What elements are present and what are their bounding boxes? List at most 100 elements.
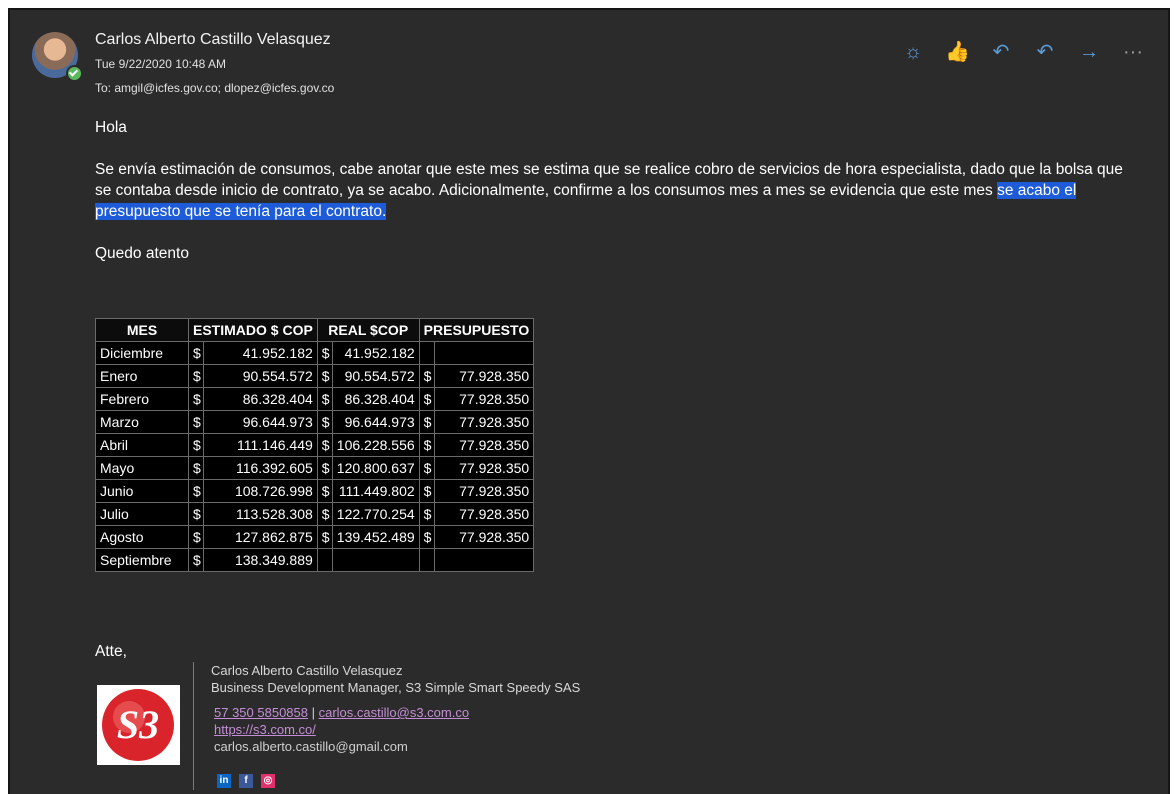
linkedin-icon[interactable]: in [217, 774, 231, 788]
currency-symbol: $ [418, 479, 435, 503]
website-row: https://s3.com.co/ [214, 721, 580, 738]
website-link[interactable]: https://s3.com.co/ [214, 722, 316, 737]
cell-presupuesto: 77.928.350 [433, 525, 535, 549]
cell-estimado: 90.554.572 [203, 364, 318, 388]
cell-presupuesto: 77.928.350 [433, 387, 535, 411]
currency-symbol: $ [188, 341, 204, 365]
currency-symbol: $ [188, 456, 204, 480]
cell-presupuesto: 77.928.350 [433, 410, 535, 434]
currency-symbol: $ [418, 502, 435, 526]
cell-mes: Abril [95, 433, 189, 457]
cell-presupuesto [433, 548, 535, 572]
col-header-mes: MES [95, 318, 189, 342]
currency-symbol: $ [418, 525, 435, 549]
cell-real: 122.770.254 [331, 502, 420, 526]
currency-symbol: $ [418, 456, 435, 480]
signature-contact: 57 350 5850858 | carlos.castillo@s3.com.… [214, 704, 580, 721]
table-row: Junio $108.726.998 $111.449.802 $77.928.350 [95, 479, 535, 503]
cell-presupuesto: 77.928.350 [433, 364, 535, 388]
s3-logo: S3 [97, 685, 180, 765]
table-row: Marzo $96.644.973 $96.644.973 $77.928.350 [95, 410, 535, 434]
currency-symbol: $ [418, 387, 435, 411]
cell-real: 120.800.637 [331, 456, 420, 480]
table-row: Mayo $116.392.605 $120.800.637 $77.928.350 [95, 456, 535, 480]
cell-presupuesto: 77.928.350 [433, 456, 535, 480]
col-header-estimado: ESTIMADO $ COP [188, 318, 318, 342]
like-icon[interactable]: 👍 [945, 40, 970, 64]
currency-symbol: $ [188, 410, 204, 434]
currency-symbol: $ [188, 502, 204, 526]
phone-link[interactable]: 57 350 5850858 [214, 705, 308, 720]
signature-block: Carlos Alberto Castillo Velasquez Busine… [211, 662, 580, 755]
table-row: Julio $113.528.308 $122.770.254 $77.928.350 [95, 502, 535, 526]
paragraph-text: Se envía estimación de consumos, cabe an… [95, 161, 1123, 199]
cell-mes: Diciembre [95, 341, 189, 365]
presence-available-icon [66, 65, 83, 82]
email-body: Hola Se envía estimación de consumos, ca… [95, 117, 1140, 264]
cell-mes: Mayo [95, 456, 189, 480]
logo-lettering: S3 [117, 702, 159, 747]
currency-symbol: $ [316, 456, 333, 480]
cell-estimado: 96.644.973 [203, 410, 318, 434]
table-row: Febrero $86.328.404 $86.328.404 $77.928.350 [95, 387, 535, 411]
brightness-icon[interactable]: ☼ [901, 40, 925, 64]
table-header-row: MES ESTIMADO $ COP REAL $COP PRESUPUESTO [95, 318, 535, 342]
personal-email: carlos.alberto.castillo@gmail.com [214, 739, 408, 754]
cell-estimado: 41.952.182 [203, 341, 318, 365]
currency-symbol: $ [188, 433, 204, 457]
cell-mes: Enero [95, 364, 189, 388]
facebook-icon[interactable]: f [239, 774, 253, 788]
currency-symbol [418, 548, 435, 572]
currency-symbol: $ [418, 410, 435, 434]
greeting: Hola [95, 119, 127, 136]
cell-estimado: 116.392.605 [203, 456, 318, 480]
contact-separator: | [307, 705, 319, 720]
instagram-icon[interactable]: ◎ [261, 774, 275, 788]
cell-presupuesto: 77.928.350 [433, 433, 535, 457]
sent-date: Tue 9/22/2020 10:48 AM [95, 57, 226, 71]
currency-symbol: $ [316, 341, 333, 365]
currency-symbol: $ [316, 364, 333, 388]
cell-estimado: 138.349.889 [203, 548, 318, 572]
more-icon[interactable]: ··· [1121, 40, 1145, 64]
col-header-presupuesto: PRESUPUESTO [418, 318, 535, 342]
reply-all-icon[interactable]: ↶ [1033, 40, 1057, 64]
col-header-real: REAL $COP [316, 318, 420, 342]
currency-symbol: $ [316, 502, 333, 526]
currency-symbol: $ [316, 387, 333, 411]
email-link[interactable]: carlos.castillo@s3.com.co [319, 705, 469, 720]
table-row: Diciembre $41.952.182 $41.952.182 [95, 341, 535, 365]
cell-estimado: 111.146.449 [203, 433, 318, 457]
recipients[interactable]: To: amgil@icfes.gov.co; dlopez@icfes.gov… [95, 81, 334, 95]
cell-presupuesto [433, 341, 535, 365]
cell-mes: Agosto [95, 525, 189, 549]
currency-symbol: $ [188, 548, 204, 572]
table-row: Enero $90.554.572 $90.554.572 $77.928.350 [95, 364, 535, 388]
cell-real: 96.644.973 [331, 410, 420, 434]
cell-estimado: 108.726.998 [203, 479, 318, 503]
currency-symbol: $ [316, 479, 333, 503]
sender-name[interactable]: Carlos Alberto Castillo Velasquez [95, 31, 331, 49]
cell-mes: Septiembre [95, 548, 189, 572]
signature-name: Carlos Alberto Castillo Velasquez [211, 663, 403, 678]
currency-symbol: $ [188, 387, 204, 411]
table-row: Abril $111.146.449 $106.228.556 $77.928.350 [95, 433, 535, 457]
cell-real: 106.228.556 [331, 433, 420, 457]
cell-mes: Marzo [95, 410, 189, 434]
sign-off: Atte, [95, 643, 127, 660]
message-actions: ☼ 👍 ↶ ↶ → ··· [901, 40, 1145, 64]
cell-presupuesto: 77.928.350 [433, 479, 535, 503]
currency-symbol [418, 341, 435, 365]
currency-symbol: $ [316, 433, 333, 457]
cell-estimado: 127.862.875 [203, 525, 318, 549]
currency-symbol: $ [316, 410, 333, 434]
body-paragraph: Se envía estimación de consumos, cabe an… [95, 159, 1140, 222]
currency-symbol: $ [188, 479, 204, 503]
signature-divider [193, 662, 194, 790]
forward-icon[interactable]: → [1077, 40, 1101, 64]
cell-real: 90.554.572 [331, 364, 420, 388]
reply-icon[interactable]: ↶ [989, 40, 1013, 64]
cell-mes: Febrero [95, 387, 189, 411]
cell-real: 86.328.404 [331, 387, 420, 411]
cell-real: 41.952.182 [331, 341, 420, 365]
